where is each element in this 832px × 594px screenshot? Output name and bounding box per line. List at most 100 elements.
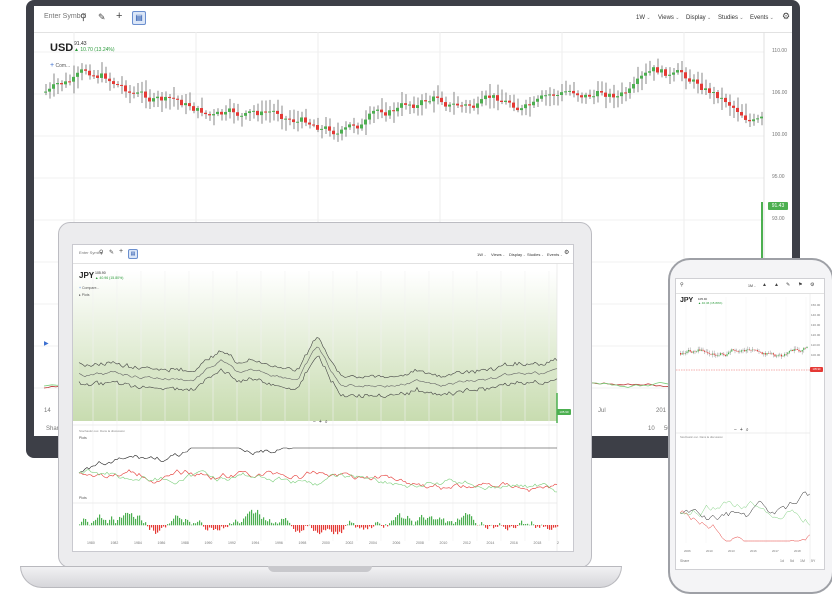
histogram-bar: [233, 522, 234, 525]
settings-icon[interactable]: ⚙: [564, 249, 569, 256]
zoom-out-button[interactable]: −: [734, 427, 737, 433]
plus-icon: +: [79, 286, 81, 290]
candle: [702, 350, 703, 351]
range-10[interactable]: 10: [648, 426, 655, 432]
histogram-bar: [451, 521, 452, 525]
histogram-bar: [261, 519, 262, 525]
flag-icon[interactable]: ⚑: [798, 282, 802, 288]
histogram-bar: [373, 525, 374, 527]
candle: [252, 111, 255, 112]
histogram-bar: [87, 522, 88, 525]
zoom-in-button[interactable]: +: [319, 419, 322, 425]
candle: [779, 355, 780, 356]
pencil-icon[interactable]: ✎: [98, 12, 106, 23]
x-tick: 2: [557, 541, 559, 545]
histogram-bar: [107, 523, 108, 525]
views-menu[interactable]: Views: [658, 15, 679, 21]
share-button[interactable]: Share: [680, 559, 689, 563]
range-1d[interactable]: 1d: [780, 559, 784, 563]
candle: [312, 125, 315, 126]
play-icon[interactable]: ▶: [44, 340, 49, 347]
zoom-out-button[interactable]: −: [313, 419, 316, 425]
chart-type-icon[interactable]: ▲: [762, 282, 767, 288]
compare-overlay[interactable]: + Compare...: [79, 286, 99, 290]
candle: [744, 350, 745, 351]
candle: [104, 73, 107, 78]
histogram-bar: [555, 525, 556, 527]
candle: [396, 108, 399, 111]
histogram-bar: [517, 525, 518, 526]
pencil-icon[interactable]: ✎: [109, 249, 114, 256]
candle: [717, 356, 718, 357]
histogram-bar: [295, 525, 296, 532]
histogram-bar: [189, 522, 190, 525]
histogram-bar: [325, 525, 326, 530]
candle: [112, 81, 115, 84]
range-5d[interactable]: 5d: [790, 559, 794, 563]
candle: [496, 95, 499, 101]
studies-menu[interactable]: Studies: [527, 252, 544, 257]
search-icon[interactable]: ⚲: [99, 249, 103, 256]
settings-icon[interactable]: ⚙: [782, 11, 790, 22]
symbol-search-input[interactable]: [77, 249, 111, 256]
histogram-bar: [399, 513, 400, 525]
candle: [428, 101, 431, 102]
histogram-bar: [551, 525, 552, 530]
range-5y[interactable]: 5Y: [811, 559, 815, 563]
crosshair-icon[interactable]: +: [116, 10, 122, 22]
zoom-reset-icon[interactable]: ⌕: [325, 419, 328, 425]
candle: [797, 349, 798, 350]
periodicity-menu[interactable]: 1W: [477, 252, 487, 257]
crosshair-icon[interactable]: +: [119, 248, 123, 255]
draw-icon[interactable]: ✎: [786, 282, 790, 288]
studies-icon[interactable]: ▲: [774, 282, 779, 288]
comment-icon[interactable]: ▤: [132, 11, 146, 25]
histogram-bar: [271, 523, 272, 526]
range-1m[interactable]: 1M: [800, 559, 805, 563]
y-tick: 110.00: [811, 343, 820, 347]
histogram-bar: [291, 525, 292, 526]
periodicity-menu[interactable]: 1W: [636, 15, 650, 21]
candle: [152, 98, 155, 101]
events-menu[interactable]: Events: [547, 252, 563, 257]
candle: [540, 96, 543, 99]
plots-overlay[interactable]: ▸ Plots: [79, 293, 90, 297]
candle: [564, 91, 567, 92]
histogram-bar: [329, 525, 330, 529]
candle: [336, 134, 339, 135]
histogram-bar: [457, 519, 458, 526]
candle: [100, 73, 103, 78]
search-icon[interactable]: ⚲: [80, 12, 87, 23]
x-tick: 2014: [487, 541, 495, 545]
phone-candlestick-chart[interactable]: [676, 293, 824, 569]
histogram-bar: [185, 519, 186, 525]
periodicity-menu[interactable]: 1M: [748, 284, 756, 288]
display-menu[interactable]: Display: [509, 252, 526, 257]
candle: [340, 130, 343, 134]
histogram-bar: [483, 525, 484, 526]
histogram-bar: [405, 519, 406, 525]
histogram-bar: [113, 520, 114, 526]
laptop-price-band-chart[interactable]: [73, 263, 573, 551]
x-tick: 201: [656, 408, 666, 414]
histogram-bar: [367, 525, 368, 529]
candle: [352, 124, 355, 125]
histogram-bar: [165, 525, 166, 527]
candle: [766, 353, 767, 354]
candle: [730, 352, 731, 353]
zoom-in-button[interactable]: +: [740, 427, 743, 433]
histogram-bar: [85, 519, 86, 525]
candle: [789, 351, 790, 352]
events-menu[interactable]: Events: [750, 15, 774, 21]
comment-icon[interactable]: ▤: [128, 249, 138, 259]
settings-icon[interactable]: ⚙: [810, 282, 814, 288]
zoom-reset-icon[interactable]: ⌕: [746, 427, 749, 433]
display-menu[interactable]: Display: [686, 15, 711, 21]
histogram-bar: [493, 525, 494, 528]
search-icon[interactable]: ⚲: [680, 282, 684, 288]
studies-menu[interactable]: Studies: [718, 15, 743, 21]
candle: [116, 84, 119, 85]
candle: [80, 69, 83, 72]
candle: [685, 353, 686, 354]
views-menu[interactable]: Views: [491, 252, 505, 257]
